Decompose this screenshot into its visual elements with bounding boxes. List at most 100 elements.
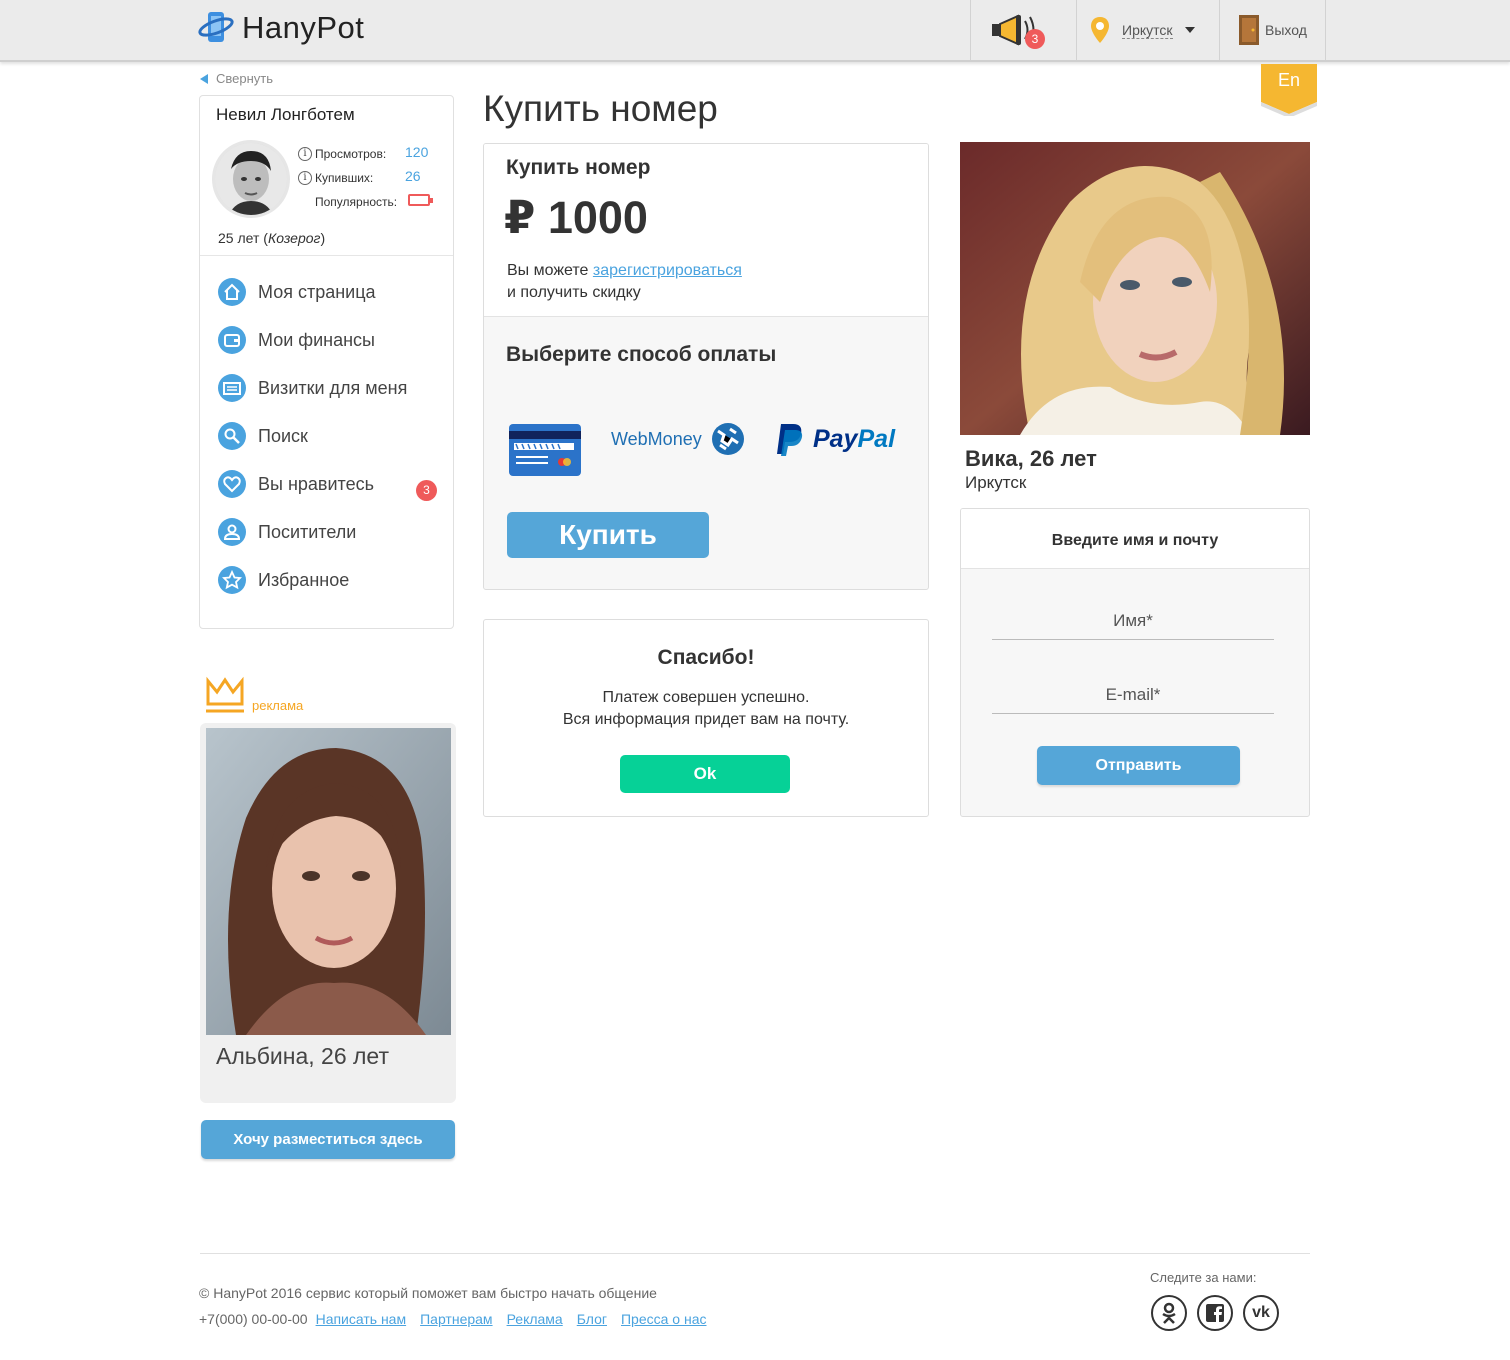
payment-paypal-option[interactable]: PayPal xyxy=(775,422,895,456)
sidebar-item-visitors[interactable]: Поситители xyxy=(218,517,356,547)
views-label: Просмотров: xyxy=(315,147,387,161)
exit-label: Выход xyxy=(1265,22,1307,38)
star-icon xyxy=(218,566,246,594)
footer-links: +7(000) 00-00-00 Написать нам Партнерам … xyxy=(199,1311,707,1327)
sidebar-item-cards[interactable]: Визитки для меня xyxy=(218,373,407,403)
zodiac-sign: Козерог xyxy=(267,230,321,246)
sidebar-item-label: Моя страница xyxy=(258,281,376,302)
sidebar-item-likes[interactable]: Вы нравитесь xyxy=(218,469,374,499)
buy-card-top: Купить номер ₽ 1000 Вы можете зарегистри… xyxy=(484,144,928,317)
form-heading: Введите имя и почту xyxy=(961,509,1309,569)
avatar[interactable] xyxy=(212,140,290,218)
home-icon xyxy=(218,278,246,306)
submit-button[interactable]: Отправить xyxy=(1037,746,1240,785)
wallet-icon xyxy=(218,326,246,354)
avatar-photo xyxy=(215,143,287,215)
location-pin-icon xyxy=(1091,17,1109,43)
sidebar-item-label: Вы нравитесь xyxy=(258,473,374,494)
profile-name-age: Вика, 26 лет xyxy=(965,446,1097,471)
profile-name: Невил Лонгботем xyxy=(216,105,355,124)
logo-icon xyxy=(198,8,240,48)
header-divider xyxy=(1325,0,1326,60)
footer-link-press[interactable]: Пресса о нас xyxy=(621,1311,707,1327)
odnoklassniki-icon xyxy=(1162,1302,1176,1324)
heart-icon xyxy=(218,470,246,498)
door-icon xyxy=(1239,15,1259,45)
vk-icon: vk xyxy=(1252,1304,1270,1321)
views-stat: i Просмотров: xyxy=(298,147,386,161)
footer-link-blog[interactable]: Блог xyxy=(577,1311,607,1327)
odnoklassniki-button[interactable] xyxy=(1151,1295,1187,1331)
info-icon[interactable]: i xyxy=(298,171,312,185)
city-selector[interactable]: Иркутск xyxy=(1090,0,1195,60)
sidebar-item-label: Поситители xyxy=(258,521,357,542)
buyers-value: 26 xyxy=(405,168,421,184)
header-divider xyxy=(970,0,971,60)
footer-link-partners[interactable]: Партнерам xyxy=(420,1311,492,1327)
info-icon[interactable]: i xyxy=(298,147,312,161)
payment-webmoney-option[interactable]: WebMoney xyxy=(611,421,746,457)
place-ad-button[interactable]: Хочу разместиться здесь xyxy=(201,1120,455,1159)
ad-card[interactable]: Альбина, 26 лет xyxy=(200,723,456,1103)
ad-name: Альбина, 26 лет xyxy=(216,1043,389,1069)
logo[interactable]: HanyPot xyxy=(198,8,364,48)
thanks-card: Спасибо! Платеж совершен успешно. Вся ин… xyxy=(483,619,929,817)
sidebar-item-label: Поиск xyxy=(258,425,308,446)
footer-link-ads[interactable]: Реклама xyxy=(507,1311,563,1327)
sidebar-item-label: Визитки для меня xyxy=(258,377,408,398)
webmoney-label: WebMoney xyxy=(611,428,702,449)
chevron-down-icon xyxy=(1184,27,1195,33)
sidebar-item-search[interactable]: Поиск xyxy=(218,421,308,451)
likes-badge: 3 xyxy=(416,480,437,501)
profile-photo[interactable] xyxy=(960,142,1310,435)
discount-suffix: и получить скидку xyxy=(507,284,641,301)
discount-prefix: Вы можете xyxy=(507,262,593,279)
footer-phone: +7(000) 00-00-00 xyxy=(199,1311,308,1327)
arrow-left-icon xyxy=(200,73,208,84)
popularity-stat: Популярность: xyxy=(315,195,397,209)
search-icon xyxy=(218,422,246,450)
thanks-line-2: Вся информация придет вам на почту. xyxy=(562,711,850,728)
header-divider xyxy=(1219,0,1220,60)
buyers-label: Купивших: xyxy=(315,171,374,185)
email-field[interactable]: E-mail* xyxy=(992,678,1274,714)
profile-card: Невил Лонгботем i Просмотров: 120 i Купи… xyxy=(199,95,454,629)
vk-button[interactable]: vk xyxy=(1243,1295,1279,1331)
ad-photo[interactable] xyxy=(206,728,451,1035)
footer-link-contact[interactable]: Написать нам xyxy=(316,1311,407,1327)
collapse-label: Свернуть xyxy=(216,71,274,86)
language-switcher[interactable]: En xyxy=(1261,64,1317,118)
sidebar-item-finances[interactable]: Мои финансы xyxy=(218,325,375,355)
buy-button[interactable]: Купить xyxy=(507,512,709,558)
age-line: 25 лет (Козерог) xyxy=(218,230,326,246)
collapse-sidebar-button[interactable]: Свернуть xyxy=(200,71,273,86)
buy-number-card: Купить номер ₽ 1000 Вы можете зарегистри… xyxy=(483,143,929,590)
credit-card-icon xyxy=(509,424,581,476)
sidebar-item-label: Избранное xyxy=(258,569,350,590)
page-title: Купить номер xyxy=(483,88,718,129)
city-label: Иркутск xyxy=(1122,21,1173,39)
exit-button[interactable]: Выход xyxy=(1237,0,1307,60)
facebook-button[interactable] xyxy=(1197,1295,1233,1331)
copyright: © HanyPot 2016 сервис который поможет ва… xyxy=(199,1285,657,1301)
payment-heading: Выберите способ оплаты xyxy=(506,343,777,366)
ok-button[interactable]: Ok xyxy=(620,755,790,793)
user-icon xyxy=(218,518,246,546)
divider xyxy=(200,255,453,256)
price: ₽ 1000 xyxy=(504,192,648,243)
name-field[interactable]: Имя* xyxy=(992,604,1274,640)
register-link[interactable]: зарегистрироваться xyxy=(593,262,742,279)
header-divider xyxy=(1076,0,1077,60)
thanks-heading: Спасибо! xyxy=(657,646,755,669)
views-value: 120 xyxy=(405,144,429,160)
paypal-label: PayPal xyxy=(813,424,896,453)
battery-icon xyxy=(408,194,433,206)
ad-label: реклама xyxy=(252,698,304,713)
sidebar-item-favorites[interactable]: Избранное xyxy=(218,565,349,595)
sidebar-item-my-page[interactable]: Моя страница xyxy=(218,277,376,307)
popularity-label: Популярность: xyxy=(315,195,398,209)
facebook-icon xyxy=(1206,1304,1224,1322)
payment-card-option[interactable] xyxy=(508,423,582,482)
buy-heading: Купить номер xyxy=(506,156,651,179)
follow-label: Следите за нами: xyxy=(1150,1270,1257,1285)
